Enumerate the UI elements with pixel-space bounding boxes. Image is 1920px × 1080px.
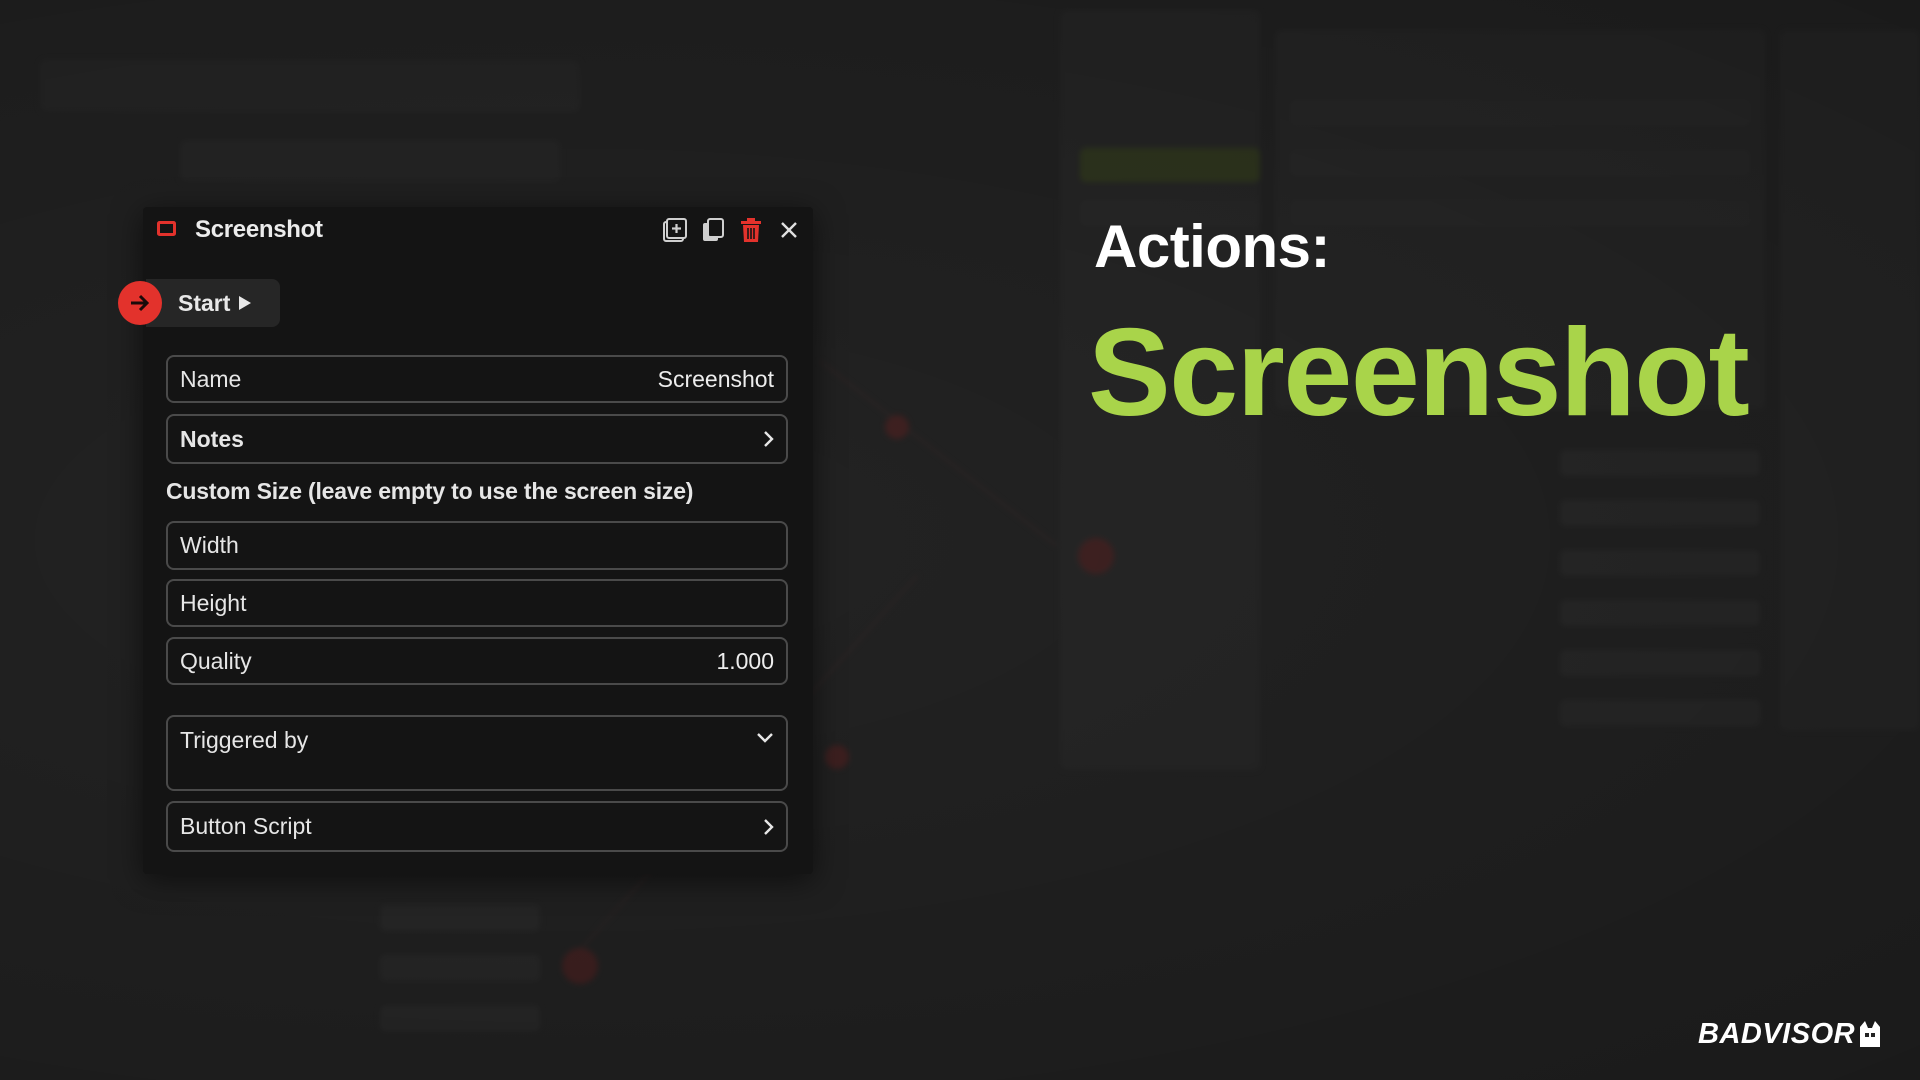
name-value: Screenshot [657,365,774,392]
height-label: Height [180,589,247,616]
brand-logo: BADVISOR [1698,1014,1883,1054]
start-label: Start [178,289,231,316]
app-stage: Screenshot Start Name Screenshot Notes C… [0,0,1920,1080]
play-icon [239,296,252,310]
notes-field[interactable]: Notes [166,414,788,464]
width-field[interactable]: Width [166,521,788,570]
custom-size-label: Custom Size (leave empty to use the scre… [166,478,694,504]
headline-kicker: Actions: [1094,213,1331,280]
logo-text: BADVISOR [1698,1017,1856,1050]
width-label: Width [180,532,239,558]
chevron-right-icon [762,818,774,836]
button-script-field[interactable]: Button Script [166,801,788,852]
close-icon [781,222,797,238]
logo-mascot-icon [1860,1021,1881,1047]
triggered-by-dropdown[interactable]: Triggered by [166,715,788,791]
quality-value: 1.000 [716,647,774,674]
start-connector[interactable] [118,281,162,325]
notes-label: Notes [180,425,244,452]
screenshot-action-panel: Screenshot Start Name Screenshot Notes C… [118,207,813,874]
add-icon [663,218,687,242]
start-port: Start [118,279,281,327]
trash-icon [741,218,761,242]
start-button[interactable]: Start [146,279,281,327]
headline-title: Screenshot [1088,304,1750,442]
screenshot-window-icon [157,221,176,236]
chevron-right-icon [762,430,774,448]
panel-header: Screenshot [143,207,813,253]
panel-title: Screenshot [195,216,323,243]
delete-button[interactable] [737,216,765,244]
add-button[interactable] [661,216,689,244]
chevron-down-icon [756,731,774,743]
close-button[interactable] [775,216,803,244]
duplicate-button[interactable] [699,216,727,244]
name-label: Name [180,365,242,392]
quality-field[interactable]: Quality 1.000 [166,637,788,685]
quality-label: Quality [180,647,252,674]
button-script-label: Button Script [180,813,312,839]
duplicate-icon [703,218,724,241]
height-field[interactable]: Height [166,579,788,627]
name-field[interactable]: Name Screenshot [166,355,788,403]
arrow-right-icon [131,294,150,312]
triggered-by-label: Triggered by [180,727,309,753]
